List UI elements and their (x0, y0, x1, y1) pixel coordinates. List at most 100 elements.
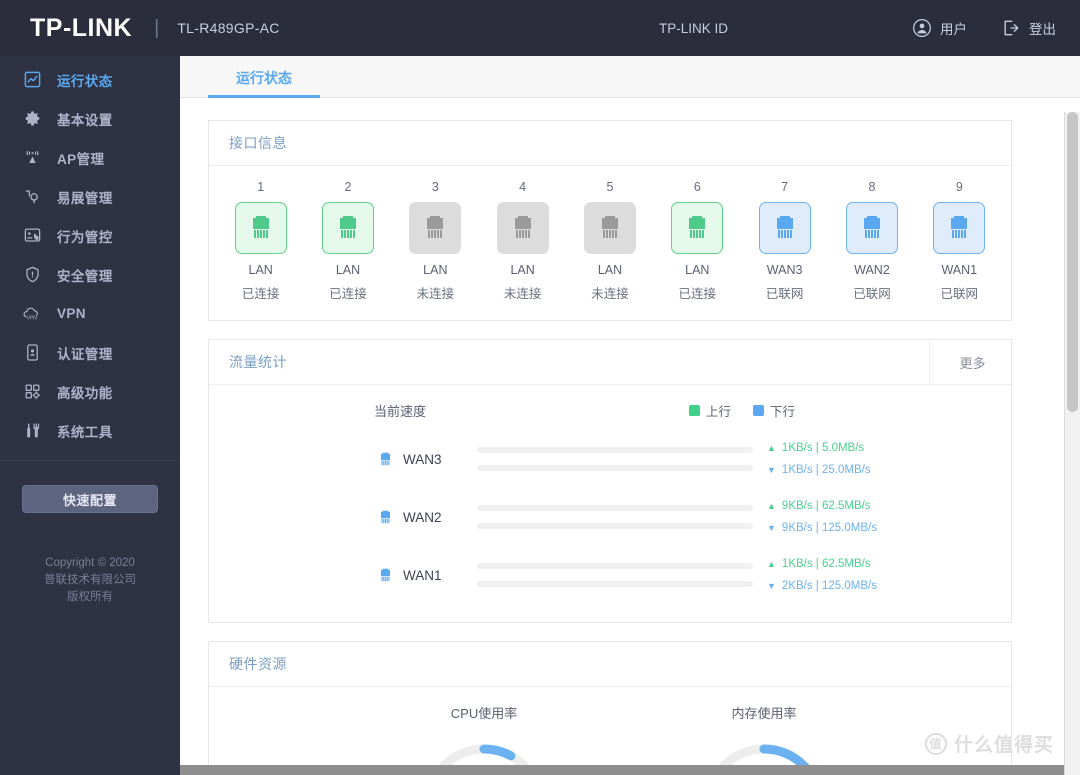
user-circle-icon (912, 18, 932, 38)
sidebar-item-basic-settings[interactable]: 基本设置 (0, 99, 180, 138)
port-state: 已连接 (241, 287, 280, 301)
port-number: 7 (781, 180, 789, 194)
legend-swatch-download (752, 405, 764, 416)
download-value: 1KB/s | 25.0MB/s (781, 464, 871, 476)
page-scrollbar[interactable] (1064, 112, 1080, 775)
rj45-icon (380, 510, 391, 523)
interface-info-header: 接口信息 (209, 121, 1011, 166)
sidebar-item-status[interactable]: 运行状态 (0, 60, 180, 99)
port-number: 4 (519, 180, 527, 194)
quick-config-wrap: 快速配置 (0, 461, 180, 513)
port-item[interactable]: 4 LAN 未连接 (479, 180, 566, 302)
port-item[interactable]: 5 LAN 未连接 (566, 180, 653, 302)
port-item[interactable]: 7 WAN3 已联网 (741, 180, 828, 302)
port-number: 5 (606, 180, 614, 194)
rj45-icon (514, 216, 531, 238)
legend-label-download: 下行 (769, 405, 795, 419)
body-row: 运行状态 基本设置 AP管理 易展管理 行为管控 安全管理 VPN VPN 认证… (0, 56, 1080, 775)
port-number: 6 (693, 180, 701, 194)
svg-text:VPN: VPN (27, 315, 38, 321)
status-chart-icon (22, 70, 42, 90)
port-state: 未连接 (503, 287, 542, 301)
sidebar-item-label: 行为管控 (57, 229, 113, 245)
interface-info-title: 接口信息 (229, 135, 287, 151)
tplink-logo: TP-LINK (30, 13, 133, 42)
rj45-icon (601, 216, 618, 238)
bottom-bar-left (0, 765, 180, 775)
sidebar-item-security[interactable]: 安全管理 (0, 255, 180, 294)
download-bar (477, 581, 753, 587)
port-number: 8 (868, 180, 876, 194)
quick-config-button[interactable]: 快速配置 (22, 485, 158, 513)
port-name: LAN (423, 263, 448, 277)
sidebar-item-label: 运行状态 (57, 73, 113, 89)
upload-bar (477, 447, 753, 453)
horizontal-scrollbar[interactable] (180, 765, 1064, 775)
upload-value-row: ▲ 9KB/s | 62.5MB/s (767, 500, 957, 512)
port-status-box (496, 202, 549, 254)
port-status-box (409, 202, 462, 254)
user-label: 用户 (940, 22, 967, 37)
port-item[interactable]: 2 LAN 已连接 (304, 180, 391, 302)
rj45-icon (951, 216, 968, 238)
logout-button[interactable]: 登出 (1001, 18, 1056, 38)
user-menu-button[interactable]: 用户 (912, 18, 967, 38)
current-speed-label: 当前速度 (374, 404, 427, 419)
wan-name: WAN3 (403, 451, 442, 467)
download-value: 9KB/s | 125.0MB/s (781, 522, 877, 534)
legend-label-upload: 上行 (705, 405, 731, 419)
device-model: TL-R489GP-AC (177, 20, 280, 36)
sidebar-item-label: 易展管理 (57, 190, 113, 206)
tools-icon (22, 421, 42, 441)
port-number: 3 (431, 180, 439, 194)
port-status-box (583, 202, 636, 254)
wan-bars (477, 447, 767, 471)
rj45-icon (380, 568, 391, 581)
memory-gauge-label: 内存使用率 (731, 706, 797, 721)
port-state: 已联网 (853, 287, 891, 301)
shield-icon (22, 265, 42, 285)
down-arrow-icon: ▼ (767, 522, 776, 533)
sidebar-item-ap-management[interactable]: AP管理 (0, 138, 180, 177)
tplink-id-label[interactable]: TP-LINK ID (659, 21, 728, 36)
hardware-resources-card: 硬件资源 CPU使用率 8% (208, 641, 1012, 775)
port-name: LAN (685, 263, 710, 277)
wan-bars (477, 505, 767, 529)
port-item[interactable]: 1 LAN 已连接 (217, 180, 304, 302)
download-bar (477, 465, 753, 471)
port-item[interactable]: 3 LAN 未连接 (392, 180, 479, 302)
port-item[interactable]: 8 WAN2 已联网 (828, 180, 915, 302)
sidebar-item-label: VPN (57, 306, 86, 321)
screen-hand-icon (22, 226, 42, 246)
sidebar-item-label: 系统工具 (57, 424, 113, 440)
sidebar-item-advanced[interactable]: 高级功能 (0, 372, 180, 411)
sidebar-item-vpn[interactable]: VPN VPN (0, 294, 180, 333)
upload-bar (477, 505, 753, 511)
port-state: 已联网 (765, 287, 804, 301)
traffic-top-row: 当前速度 上行 下行 (229, 401, 991, 430)
port-status-box (758, 202, 811, 254)
cpu-gauge-label: CPU使用率 (450, 706, 518, 721)
port-item[interactable]: 6 LAN 已连接 (654, 180, 741, 302)
sidebar-item-authentication[interactable]: 认证管理 (0, 333, 180, 372)
port-state: 已连接 (678, 287, 717, 301)
traffic-row: WAN1 ▲ 1KB/s | 62.5MB/s ▼ 2KB/s | 125.0M… (229, 546, 991, 604)
port-state: 已联网 (940, 287, 979, 301)
sidebar-item-mesh-management[interactable]: 易展管理 (0, 177, 180, 216)
sidebar-item-behavior-control[interactable]: 行为管控 (0, 216, 180, 255)
port-item[interactable]: 9 WAN1 已联网 (916, 180, 1003, 302)
port-number: 2 (344, 180, 352, 194)
rj45-icon (380, 452, 391, 465)
sidebar-item-system-tools[interactable]: 系统工具 (0, 411, 180, 450)
rj45-icon (863, 216, 880, 238)
wan-values: ▲ 9KB/s | 62.5MB/s ▼ 9KB/s | 125.0MB/s (767, 500, 957, 534)
port-name: LAN (248, 263, 273, 277)
hardware-body: CPU使用率 8% 内存使用率 (209, 687, 1011, 775)
port-name: WAN1 (941, 263, 978, 277)
tab-status[interactable]: 运行状态 (208, 68, 320, 98)
port-number: 9 (955, 180, 963, 194)
download-value-row: ▼ 2KB/s | 125.0MB/s (767, 580, 957, 592)
traffic-more-link[interactable]: 更多 (929, 339, 991, 385)
scrollbar-thumb[interactable] (1067, 112, 1078, 412)
wan-values: ▲ 1KB/s | 5.0MB/s ▼ 1KB/s | 25.0MB/s (767, 442, 957, 476)
